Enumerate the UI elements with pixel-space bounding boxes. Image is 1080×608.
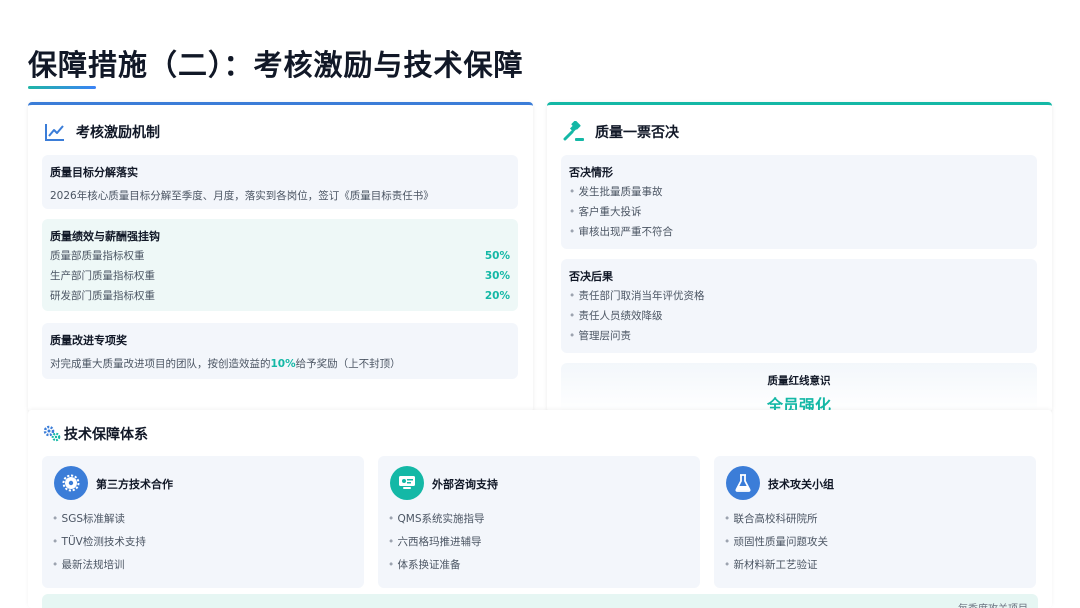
list-item: 责任部门取消当年评优资格 [569,286,1029,306]
goal-title: 质量目标分解落实 [50,166,138,179]
consequences-title: 否决后果 [569,270,613,283]
performance-row: 质量部质量指标权重 50% [50,246,510,266]
award-text-after: 给予奖励（上不封顶） [295,358,401,370]
situations-title: 否决情形 [569,166,613,179]
tech-card-title: 第三方技术合作 [96,478,173,491]
incentive-card-header: 考核激励机制 [44,121,160,143]
list-item: 体系换证准备 [388,554,485,577]
tech-card-list: SGS标准解读 TÜV检测技术支持 最新法规培训 [52,508,146,577]
bottom-summary-text: 每季度攻关项目 [958,600,1028,608]
tech-support-header: 技术保障体系 [42,424,148,444]
consequences-box: 否决后果 责任部门取消当年评优资格 责任人员绩效降级 管理层问责 [561,259,1037,353]
performance-box: 质量绩效与薪酬强挂钩 质量部质量指标权重 50% 生产部门质量指标权重 30% … [42,219,518,311]
list-item: 新材料新工艺验证 [724,554,828,577]
list-item: QMS系统实施指导 [388,508,485,531]
page-title: 保障措施（二）：考核激励与技术保障 [28,48,524,82]
list-item: 管理层问责 [569,326,1029,346]
tech-support-panel: 技术保障体系 第三方技术合作 SGS标准解读 TÜV检测技术支持 最新法规培训 [28,410,1052,608]
goal-text: 2026年核心质量目标分解至季度、月度，落实到各岗位，签订《质量目标责任书》 [50,190,434,202]
award-text-before: 对完成重大质量改进项目的团队，按创造效益的 [50,358,271,370]
tech-card-list: QMS系统实施指导 六西格玛推进辅导 体系换证准备 [388,508,485,577]
redline-box: 质量红线意识 全员强化 [561,363,1037,415]
list-item: 发生批量质量事故 [569,182,1029,202]
list-item: 审核出现严重不符合 [569,222,1029,242]
performance-row-label: 研发部门质量指标权重 [50,290,155,302]
performance-row: 研发部门质量指标权重 20% [50,286,510,306]
tech-card-research-team: 技术攻关小组 联合高校科研院所 顽固性质量问题攻关 新材料新工艺验证 [714,456,1036,588]
list-item: 客户重大投诉 [569,202,1029,222]
slide: 保障措施（二）：考核激励与技术保障 考核激励机制 质量目标分解落实 2026年核… [0,0,1080,608]
situations-box: 否决情形 发生批量质量事故 客户重大投诉 审核出现严重不符合 [561,155,1037,249]
tech-support-title: 技术保障体系 [64,427,148,443]
veto-card: 质量一票否决 否决情形 发生批量质量事故 客户重大投诉 审核出现严重不符合 否决… [547,102,1052,415]
tech-card-list: 联合高校科研院所 顽固性质量问题攻关 新材料新工艺验证 [724,508,829,577]
incentive-card: 考核激励机制 质量目标分解落实 2026年核心质量目标分解至季度、月度，落实到各… [28,102,533,412]
list-item: 责任人员绩效降级 [569,306,1029,326]
redline-label: 质量红线意识 [767,375,831,387]
title-underline [28,86,96,89]
list-item: SGS标准解读 [52,508,146,531]
performance-row-label: 生产部门质量指标权重 [50,270,155,282]
tech-card-title: 外部咨询支持 [432,478,498,491]
performance-row-value: 30% [484,270,510,282]
tech-card-third-party: 第三方技术合作 SGS标准解读 TÜV检测技术支持 最新法规培训 [42,456,364,588]
performance-row: 生产部门质量指标权重 30% [50,266,510,286]
award-title: 质量改进专项奖 [50,334,127,347]
gears-icon [42,424,62,444]
goal-box: 质量目标分解落实 2026年核心质量目标分解至季度、月度，落实到各岗位，签订《质… [42,155,518,209]
list-item: 最新法规培训 [52,554,146,577]
bottom-summary-bar: 每季度攻关项目 [42,594,1038,608]
flask-icon [726,466,760,500]
list-item: TÜV检测技术支持 [52,531,146,554]
veto-card-title: 质量一票否决 [595,125,679,141]
award-highlight: 10% [270,358,296,370]
list-item: 顽固性质量问题攻关 [724,531,829,554]
performance-title: 质量绩效与薪酬强挂钩 [50,230,160,243]
award-box: 质量改进专项奖 对完成重大质量改进项目的团队，按创造效益的10%给予奖励（上不封… [42,323,518,379]
performance-row-value: 50% [484,250,510,262]
consultant-icon [390,466,424,500]
performance-row-label: 质量部质量指标权重 [50,250,145,262]
tech-card-consulting: 外部咨询支持 QMS系统实施指导 六西格玛推进辅导 体系换证准备 [378,456,700,588]
gavel-icon [563,121,585,143]
list-item: 六西格玛推进辅导 [388,531,485,554]
tech-card-title: 技术攻关小组 [768,478,834,491]
list-item: 联合高校科研院所 [724,508,828,531]
gear-icon [54,466,88,500]
line-chart-icon [44,121,66,143]
veto-card-header: 质量一票否决 [563,121,679,143]
performance-row-value: 20% [484,290,510,302]
award-text: 对完成重大质量改进项目的团队，按创造效益的10%给予奖励（上不封顶） [50,356,510,372]
incentive-card-title: 考核激励机制 [76,125,160,141]
